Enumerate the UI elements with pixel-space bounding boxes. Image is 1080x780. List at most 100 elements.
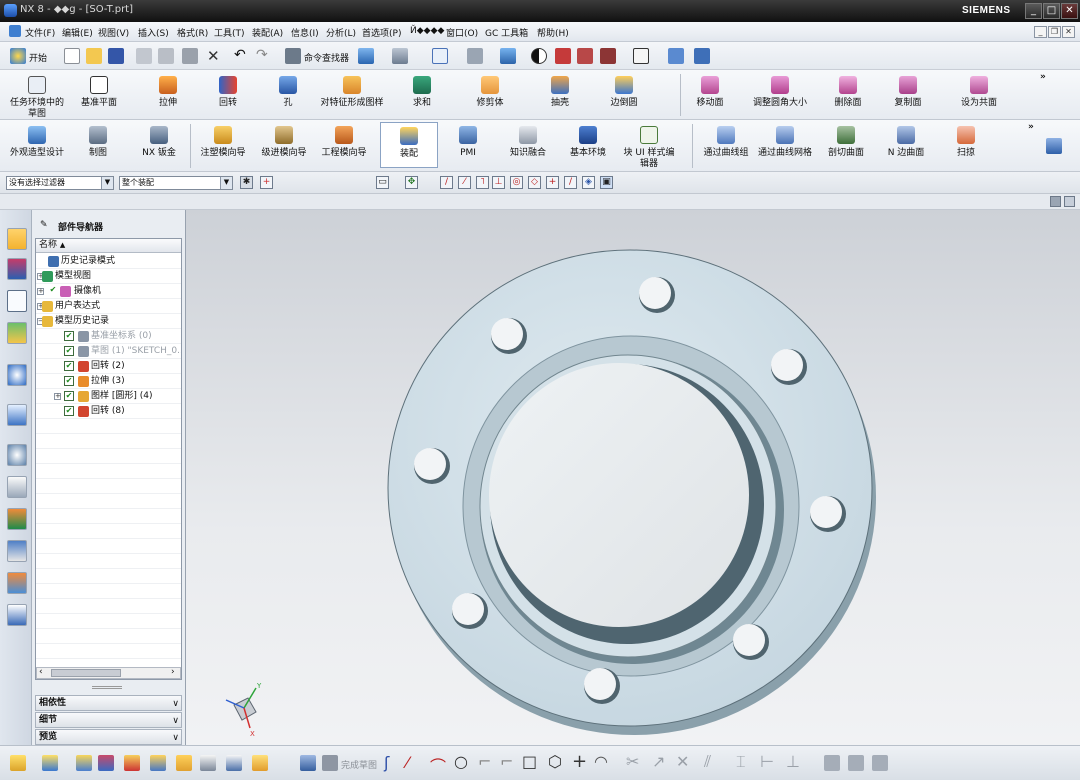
menu-window[interactable]: 窗口(O) bbox=[446, 26, 478, 39]
mirror-curve-icon[interactable]: ⌶ bbox=[736, 752, 746, 772]
constraint-navigator-tab-icon[interactable] bbox=[7, 258, 27, 280]
wave-geometry-icon[interactable] bbox=[176, 755, 192, 771]
arc-icon[interactable]: ⌒ bbox=[430, 753, 446, 777]
chamfer-icon[interactable]: ⌐ bbox=[500, 752, 513, 771]
system-scene-tab-icon[interactable] bbox=[7, 604, 27, 626]
menu-file[interactable]: 文件(F) bbox=[25, 26, 55, 39]
unite-button[interactable]: 求和 bbox=[400, 76, 444, 109]
finish-sketch-icon[interactable] bbox=[322, 755, 338, 771]
show-constraints-icon[interactable] bbox=[824, 755, 840, 771]
menu-edit[interactable]: 编辑(E) bbox=[62, 26, 93, 39]
menu-extra[interactable]: Й◆◆◆◆ bbox=[410, 26, 444, 36]
quick-trim-icon[interactable]: ✂ bbox=[626, 752, 639, 771]
move-face-button[interactable]: 移动面 bbox=[688, 76, 732, 109]
arc-center-snap-icon[interactable]: ◎ bbox=[510, 176, 523, 189]
polygon-icon[interactable]: ⬡ bbox=[548, 752, 562, 771]
selection-scope-select[interactable]: 整个装配 ▼ bbox=[119, 176, 233, 190]
overflow-chevron-icon[interactable]: » bbox=[1040, 72, 1046, 82]
section-view-icon[interactable] bbox=[668, 48, 684, 64]
sequence-icon[interactable] bbox=[200, 755, 216, 771]
menu-view[interactable]: 视图(V) bbox=[98, 26, 129, 39]
close-button[interactable]: ✕ bbox=[1061, 3, 1078, 19]
filter-reset-icon[interactable]: ✱ bbox=[240, 176, 253, 189]
datum-plane-button[interactable]: 基准平面 bbox=[74, 76, 124, 109]
mirror-assembly-icon[interactable] bbox=[124, 755, 140, 771]
visibility-checkbox[interactable]: ✔ bbox=[48, 286, 58, 296]
render-style-icon[interactable] bbox=[531, 48, 547, 64]
start-button[interactable]: 开始 bbox=[29, 51, 47, 64]
manufacturing-wizards-tab-icon[interactable] bbox=[7, 540, 27, 562]
preview-section[interactable]: 预览 ∨ bbox=[35, 729, 182, 745]
quick-extend-icon[interactable]: ↗ bbox=[652, 752, 665, 771]
menu-gc-toolbox[interactable]: GC 工具箱 bbox=[485, 26, 528, 39]
n-sided-surface-button[interactable]: N 边曲面 bbox=[882, 126, 930, 159]
explode-view-icon[interactable] bbox=[150, 755, 166, 771]
circle-icon[interactable]: ○ bbox=[454, 752, 468, 771]
visibility-checkbox[interactable]: ✔ bbox=[64, 376, 74, 386]
grid-toggle-icon[interactable] bbox=[1050, 196, 1061, 207]
control-point-snap-icon[interactable]: ˥ bbox=[476, 176, 489, 189]
visibility-checkbox[interactable]: ✔ bbox=[64, 406, 74, 416]
midpoint-snap-icon[interactable]: ⁄ bbox=[458, 176, 471, 189]
studio-spline-icon[interactable]: ◠ bbox=[594, 752, 608, 771]
mdi-close-button[interactable]: ✕ bbox=[1062, 26, 1075, 38]
knowledge-fusion-button[interactable]: 知识融合 bbox=[504, 126, 552, 159]
rectangle-select-icon[interactable]: ▭ bbox=[376, 176, 389, 189]
copy-icon[interactable] bbox=[158, 48, 174, 64]
tree-node[interactable]: + ✔ 摄像机 bbox=[36, 284, 181, 299]
swept-button[interactable]: 扫掠 bbox=[944, 126, 988, 159]
process-studio-tab-icon[interactable] bbox=[7, 508, 27, 530]
scroll-right-icon[interactable]: › bbox=[171, 667, 175, 677]
minimize-button[interactable]: _ bbox=[1025, 3, 1042, 19]
panel-toggle-icon[interactable] bbox=[1064, 196, 1075, 207]
through-curves-button[interactable]: 通过曲线组 bbox=[698, 126, 754, 159]
rotate-view-icon[interactable] bbox=[467, 48, 483, 64]
sketch-in-task-button[interactable]: 任务环境中的草图 bbox=[6, 76, 68, 120]
intersection-snap-icon[interactable]: ⊥ bbox=[492, 176, 505, 189]
rectangle-icon[interactable]: □ bbox=[522, 752, 537, 771]
quadrant-snap-icon[interactable]: ◇ bbox=[528, 176, 541, 189]
progressive-die-button[interactable]: 级进模向导 bbox=[256, 126, 312, 159]
fillet-icon[interactable]: ⌐ bbox=[478, 752, 491, 771]
open-folder-icon[interactable] bbox=[86, 48, 102, 64]
flange-model[interactable]: Y X bbox=[186, 210, 1080, 745]
visibility-checkbox[interactable]: ✔ bbox=[64, 391, 74, 401]
auto-constrain-icon[interactable] bbox=[848, 755, 864, 771]
revolve-button[interactable]: 回转 bbox=[206, 76, 250, 109]
type-filter-select[interactable]: 没有选择过滤器 ▼ bbox=[6, 176, 114, 190]
layer-icon[interactable] bbox=[392, 48, 408, 64]
tree-node[interactable]: ✔ 回转 (2) bbox=[36, 359, 181, 374]
app-menu-icon[interactable] bbox=[9, 25, 21, 37]
profile-icon[interactable]: ʃ bbox=[384, 753, 389, 772]
make-coplanar-button[interactable]: 设为共面 bbox=[952, 76, 1006, 109]
visibility-checkbox[interactable]: ✔ bbox=[64, 331, 74, 341]
scrollbar-thumb[interactable] bbox=[51, 669, 121, 677]
expand-icon[interactable]: + bbox=[54, 393, 61, 400]
reuse-library-tab-icon[interactable] bbox=[7, 322, 27, 344]
menu-format[interactable]: 格式(R) bbox=[177, 26, 208, 39]
dependencies-section[interactable]: 相依性 ∨ bbox=[35, 695, 182, 711]
name-column-header[interactable]: 名称 ▲ bbox=[36, 239, 181, 253]
maximize-button[interactable]: □ bbox=[1043, 3, 1060, 19]
point-on-surface-snap-icon[interactable]: ◈ bbox=[582, 176, 595, 189]
menu-tools[interactable]: 工具(T) bbox=[214, 26, 245, 39]
new-file-icon[interactable] bbox=[64, 48, 80, 64]
pmi-button[interactable]: PMI bbox=[446, 126, 490, 159]
command-finder-button[interactable]: 命令查找器 bbox=[304, 51, 349, 64]
resize-blend-button[interactable]: 调整圆角大小 bbox=[748, 76, 812, 109]
hole-button[interactable]: 孔 bbox=[266, 76, 310, 109]
copy-face-button[interactable]: 复制面 bbox=[886, 76, 930, 109]
horizontal-scrollbar[interactable]: ‹ › bbox=[36, 667, 181, 679]
endpoint-snap-icon[interactable]: / bbox=[440, 176, 453, 189]
visibility-checkbox[interactable]: ✔ bbox=[64, 346, 74, 356]
system-materials-tab-icon[interactable] bbox=[7, 476, 27, 498]
selection-cube-icon[interactable] bbox=[358, 48, 374, 64]
tree-node[interactable]: − 模型历史记录 bbox=[36, 314, 181, 329]
assemblies-button[interactable]: 装配 bbox=[380, 122, 438, 168]
line-icon[interactable]: ⁄ bbox=[406, 753, 409, 772]
details-section[interactable]: 细节 ∨ bbox=[35, 712, 182, 728]
shell-button[interactable]: 抽壳 bbox=[538, 76, 582, 109]
menu-help[interactable]: 帮助(H) bbox=[537, 26, 569, 39]
wireframe-icon[interactable] bbox=[577, 48, 593, 64]
tree-node[interactable]: ✔ 基准坐标系 (0) bbox=[36, 329, 181, 344]
